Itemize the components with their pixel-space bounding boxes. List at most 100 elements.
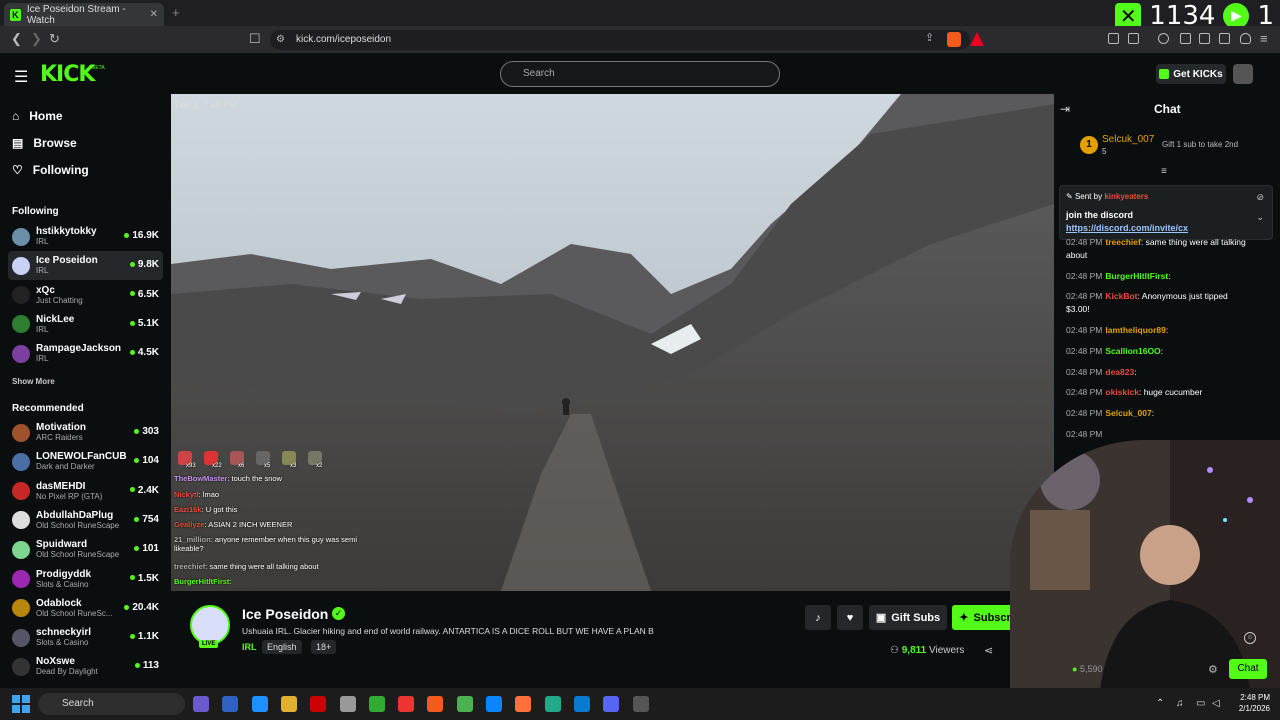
microphone-icon[interactable]: ♫ bbox=[1176, 698, 1184, 709]
tag-language[interactable]: English bbox=[262, 640, 302, 654]
hamburger-icon[interactable]: ☰ bbox=[14, 67, 28, 87]
browser-tab[interactable]: K Ice Poseidon Stream - Watch ✕ bbox=[4, 3, 164, 26]
vpn-icon[interactable] bbox=[1240, 33, 1251, 44]
get-kicks-button[interactable]: Get KICKs bbox=[1156, 64, 1226, 84]
close-tab-icon[interactable]: ✕ bbox=[150, 9, 158, 20]
channel-item[interactable]: AbdullahDaPlug Old School RuneScape 754 bbox=[8, 506, 163, 535]
vscode-icon[interactable] bbox=[573, 696, 590, 712]
new-tab-button[interactable]: + bbox=[172, 5, 180, 20]
chat-user[interactable]: Selcuk_007 bbox=[1105, 408, 1151, 418]
channel-item[interactable]: Motivation ARC Raiders 303 bbox=[8, 418, 163, 447]
app-icon[interactable] bbox=[632, 696, 649, 712]
channel-item[interactable]: RampageJackson IRL 4.5K bbox=[8, 339, 163, 368]
channel-name[interactable]: Ice Poseidon bbox=[242, 606, 328, 622]
channel-item[interactable]: xQc Just Chatting 6.5K bbox=[8, 281, 163, 310]
menu-icon[interactable]: ≡ bbox=[1260, 31, 1268, 46]
tray-chevron-icon[interactable]: ⌃ bbox=[1156, 698, 1164, 709]
emote-count: x2 bbox=[316, 463, 323, 469]
gift-cta[interactable]: Gift 1 sub to take 2nd bbox=[1162, 140, 1238, 149]
nav-following[interactable]: ♡ Following bbox=[12, 163, 89, 177]
kicks-balance: ● 5,590 bbox=[1072, 664, 1102, 674]
windows-start-icon[interactable] bbox=[12, 695, 30, 713]
channel-item[interactable]: Prodigyddk Slots & Casino 1.5K bbox=[8, 565, 163, 594]
brave-icon[interactable] bbox=[427, 696, 444, 712]
channel-item[interactable]: schneckyirl Slots & Casino 1.1K bbox=[8, 623, 163, 652]
chat-user[interactable]: BurgerHitltFirst bbox=[1105, 271, 1168, 281]
channel-viewers: 9.8K bbox=[130, 259, 159, 270]
channel-item[interactable]: Ice Poseidon IRL 9.8K bbox=[8, 251, 163, 281]
pinned-user[interactable]: kinkyeaters bbox=[1104, 192, 1148, 201]
channel-item[interactable]: Odablock Old School RuneSc... 20.4K bbox=[8, 594, 163, 623]
channel-item[interactable]: dasMEHDI No Pixel RP (GTA) 2.4K bbox=[8, 477, 163, 506]
channel-item[interactable]: NoXswe Dead By Daylight 113 bbox=[8, 652, 163, 681]
expand-icon[interactable]: ≡ bbox=[1161, 166, 1167, 177]
top-gifter-name[interactable]: Selcuk_007 bbox=[1102, 134, 1154, 145]
collapse-chat-icon[interactable]: ⇥ bbox=[1060, 102, 1070, 116]
shield-app-icon[interactable] bbox=[368, 696, 385, 712]
taskbar-search[interactable]: Search bbox=[38, 693, 185, 715]
channel-item[interactable]: hstikkytokky IRL 16.9K bbox=[8, 222, 163, 251]
chat-user[interactable]: Iamtheliquor89 bbox=[1105, 325, 1165, 335]
chat-user[interactable]: KickBot bbox=[1105, 291, 1137, 301]
discord-icon[interactable] bbox=[603, 696, 620, 712]
tag-mature[interactable]: 18+ bbox=[311, 640, 337, 654]
chat-user[interactable]: treechief bbox=[1105, 237, 1140, 247]
chat-user[interactable]: dea823 bbox=[1105, 367, 1134, 377]
clock-app-icon[interactable] bbox=[339, 696, 356, 712]
nav-browse[interactable]: ▤ Browse bbox=[12, 136, 77, 150]
user-avatar[interactable] bbox=[1233, 64, 1253, 84]
emoji-icon[interactable]: ☺ bbox=[1244, 632, 1256, 644]
chrome-icon[interactable] bbox=[456, 696, 473, 712]
xbox-icon[interactable] bbox=[544, 696, 561, 712]
gift-icon: ▣ bbox=[875, 612, 887, 624]
app1-icon[interactable] bbox=[222, 696, 239, 712]
search-input[interactable]: Search bbox=[500, 61, 780, 87]
app2-icon[interactable] bbox=[251, 696, 268, 712]
notification-bell-icon[interactable]: ♪ bbox=[805, 605, 831, 630]
gift-subs-button[interactable]: ▣ Gift Subs bbox=[869, 605, 947, 630]
music-icon[interactable] bbox=[1158, 33, 1169, 44]
follow-heart-icon[interactable]: ♥ bbox=[837, 605, 863, 630]
notification-app-icon[interactable] bbox=[398, 696, 415, 712]
clock[interactable]: 2:48 PM 2/1/2026 bbox=[1226, 692, 1270, 714]
brave-shield-icon[interactable] bbox=[947, 32, 961, 47]
url-field[interactable]: kick.com/iceposeidon bbox=[270, 30, 970, 50]
back-icon[interactable]: ❮ bbox=[11, 31, 22, 47]
reload-icon[interactable]: ↻ bbox=[49, 31, 60, 47]
pinned-link[interactable]: https://discord.com/invite/cx bbox=[1066, 223, 1188, 233]
copilot-icon[interactable] bbox=[193, 696, 209, 712]
unpin-icon[interactable]: ⊘ bbox=[1256, 192, 1264, 203]
chat-user[interactable]: okiskick bbox=[1105, 387, 1139, 397]
channel-item[interactable]: NickLee IRL 5.1K bbox=[8, 310, 163, 339]
bookmark-icon[interactable]: ☐ bbox=[249, 31, 261, 47]
site-info-icon[interactable]: ⚙ bbox=[276, 34, 285, 45]
extension-icon[interactable] bbox=[1108, 33, 1119, 44]
show-more-link[interactable]: Show More bbox=[12, 377, 55, 386]
chevron-down-icon[interactable]: ⌄ bbox=[1256, 212, 1264, 223]
channel-avatar[interactable] bbox=[190, 605, 230, 645]
netflix-icon[interactable] bbox=[310, 696, 327, 712]
file-explorer-icon[interactable] bbox=[280, 696, 297, 712]
extension2-icon[interactable] bbox=[1128, 33, 1139, 44]
edge-icon[interactable] bbox=[486, 696, 502, 712]
video-player[interactable] bbox=[171, 94, 1054, 591]
kick-logo[interactable]: KICK bbox=[40, 62, 95, 87]
nav-home[interactable]: ⌂ Home bbox=[12, 109, 63, 123]
chat-time: 02:48 PM bbox=[1066, 387, 1103, 397]
wallet-icon[interactable] bbox=[1199, 33, 1210, 44]
firefox-icon[interactable] bbox=[515, 696, 532, 712]
channel-item[interactable]: LONEWOLFanCUB Dark and Darker 104 bbox=[8, 447, 163, 476]
leo-icon[interactable] bbox=[1219, 33, 1230, 44]
network-icon[interactable]: ▭ bbox=[1196, 698, 1205, 709]
category-link[interactable]: IRL bbox=[242, 642, 257, 652]
share-icon[interactable]: ⇪ bbox=[925, 31, 934, 44]
chat-user[interactable]: Scallion16OO bbox=[1105, 346, 1160, 356]
send-chat-button[interactable]: Chat bbox=[1229, 659, 1267, 679]
sidebar-icon[interactable] bbox=[1180, 33, 1191, 44]
channel-text: Prodigyddk Slots & Casino bbox=[36, 569, 91, 590]
share-stream-icon[interactable]: ⋖ bbox=[984, 644, 993, 657]
chat-settings-icon[interactable]: ⚙ bbox=[1208, 663, 1218, 676]
volume-icon[interactable]: ◁ bbox=[1212, 698, 1220, 709]
channel-item[interactable]: Spuidward Old School RuneScape 101 bbox=[8, 535, 163, 564]
forward-icon[interactable]: ❯ bbox=[31, 31, 42, 47]
